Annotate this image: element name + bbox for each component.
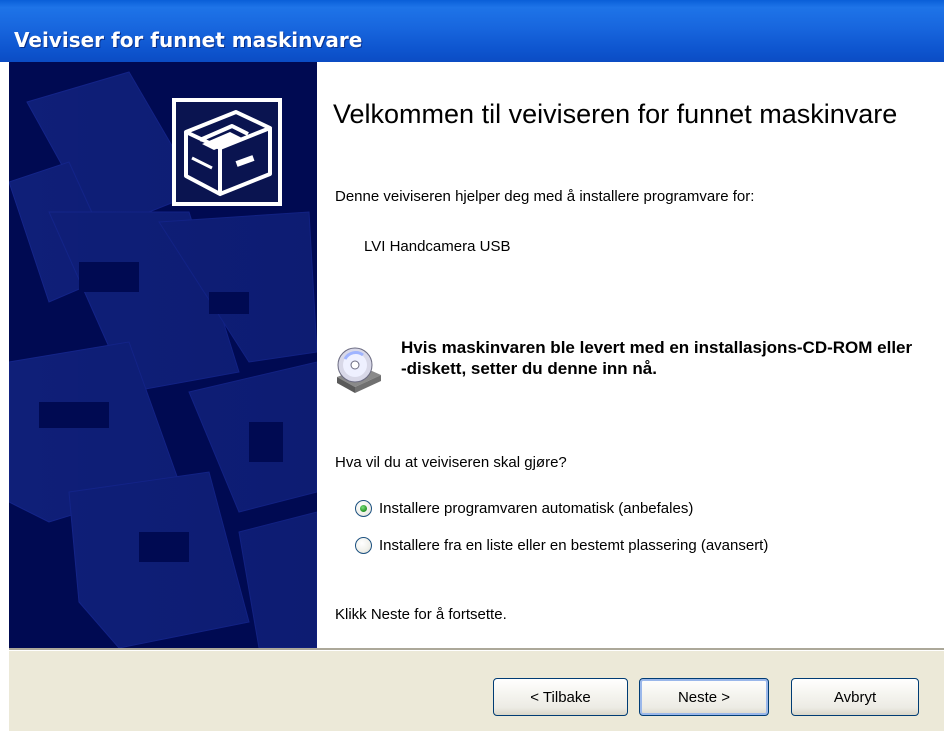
hardware-drawer-icon: [172, 98, 282, 206]
radio-button-selected[interactable]: [355, 499, 372, 517]
cd-drive-icon: [333, 347, 385, 395]
wizard-window: Veiviser for funnet maskinvare Velkommen…: [0, 0, 944, 731]
wizard-content: Velkommen til veiviseren for funnet mask…: [317, 62, 944, 648]
back-button[interactable]: < Tilbake: [493, 678, 628, 716]
window-title: Veiviser for funnet maskinvare: [14, 28, 363, 52]
radio-install-automatic[interactable]: Installere programvaren automatisk (anbe…: [355, 497, 693, 519]
button-bar: < Tilbake Neste > Avbryt: [9, 651, 944, 731]
cancel-button[interactable]: Avbryt: [791, 678, 919, 716]
cd-insert-note: Hvis maskinvaren ble levert med en insta…: [401, 338, 913, 378]
title-bar[interactable]: Veiviser for funnet maskinvare: [0, 0, 944, 62]
question-text: Hva vil du at veiviseren skal gjøre?: [335, 454, 567, 471]
page-title: Velkommen til veiviseren for funnet mask…: [333, 99, 898, 129]
next-button[interactable]: Neste >: [639, 678, 769, 716]
radio-label-from-list[interactable]: Installere fra en liste eller en bestemt…: [379, 537, 768, 554]
radio-label-automatic[interactable]: Installere programvaren automatisk (anbe…: [379, 500, 693, 517]
intro-text: Denne veiviseren hjelper deg med å insta…: [335, 188, 755, 205]
device-name: LVI Handcamera USB: [364, 238, 511, 255]
radio-button-unselected[interactable]: [355, 536, 372, 554]
radio-install-from-list[interactable]: Installere fra en liste eller en bestemt…: [355, 534, 768, 556]
continue-instruction: Klikk Neste for å fortsette.: [335, 606, 507, 623]
radio-selected-dot: [360, 504, 367, 512]
wizard-side-panel: [9, 62, 317, 648]
